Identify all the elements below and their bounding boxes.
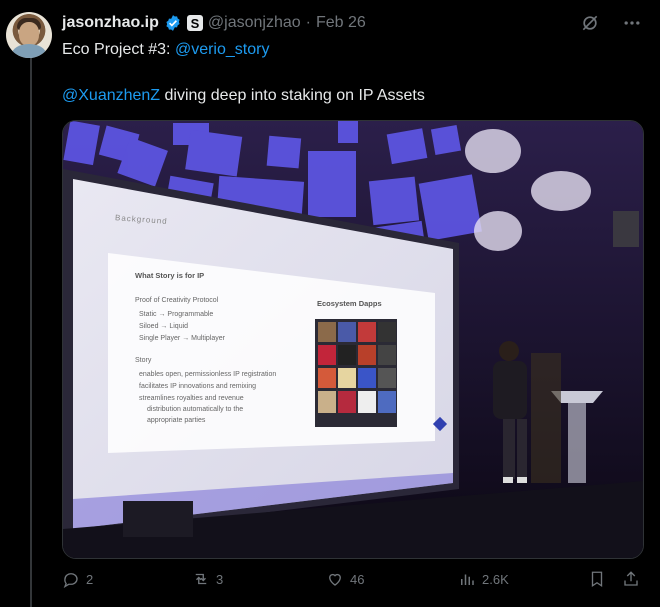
author-handle[interactable]: @jasonjzhao [208,14,301,32]
bookmark-button[interactable] [588,570,606,588]
tweet-photo[interactable]: Background What Story is for IP Proof of… [62,120,644,559]
repost-icon [195,573,207,585]
tweet-header: jasonzhao.ip S @jasonjzhao · Feb 26 [62,12,366,34]
like-count: 46 [350,571,365,587]
author-name[interactable]: jasonzhao.ip [62,14,159,32]
reply-count: 2 [86,571,94,587]
tweet-date[interactable]: Feb 26 [316,14,366,32]
avatar[interactable] [6,12,52,58]
reply-button[interactable]: 2 [62,570,93,588]
repost-count: 3 [216,571,224,587]
views-button[interactable]: 2.6K [458,570,509,588]
slide-story-bullet: distribution automatically to the [147,406,244,413]
view-count: 2.6K [482,571,509,587]
slide-bullet: Static → Programmable [139,311,214,318]
slide-story-bullet: facilitates IP innovations and remixing [139,383,256,390]
tweet-text-prefix: Eco Project #3: [62,41,175,58]
verified-badge-icon[interactable] [164,14,182,32]
tweet-actions-bar: 2 3 46 2.6K [62,570,652,594]
tweet-line-2: @XuanzhenZ diving deep into staking on I… [62,86,425,106]
repost-button[interactable]: 3 [192,570,223,588]
mention-xuanzhenz[interactable]: @XuanzhenZ [62,87,160,104]
slide-bullet: Siloed → Liquid [139,323,189,330]
analytics-icon [461,574,474,585]
slide-card-title: What Story is for IP [135,271,205,280]
tweet-line-1: Eco Project #3: @verio_story [62,40,269,60]
heart-icon [329,573,341,586]
bookmark-icon [591,571,603,588]
slide-story-bullet: appropriate parties [147,417,206,424]
tweet-top-actions [580,13,642,33]
more-options-icon[interactable] [622,13,642,33]
share-button[interactable] [622,570,640,588]
share-icon [624,571,638,586]
slide-dapps-title: Ecosystem Dapps [317,299,382,308]
mention-verio-story[interactable]: @verio_story [175,41,270,58]
reply-icon [63,573,78,588]
slide-story-bullet: enables open, permissionless IP registra… [139,371,277,378]
slide-content: What Story is for IP Proof of Creativity… [121,261,421,441]
affiliate-badge-icon[interactable]: S [186,15,203,31]
like-button[interactable]: 46 [326,570,364,588]
slide-proto-title: Proof of Creativity Protocol [135,297,219,304]
thread-line [30,56,32,607]
grok-icon[interactable] [580,13,600,33]
slide-bullet: Single Player → Multiplayer [139,335,225,342]
separator-dot: · [305,14,311,31]
tweet-text-body: diving deep into staking on IP Assets [160,87,425,104]
slide-story-bullet: streamlines royalties and revenue [139,395,244,402]
slide-story-label: Story [135,357,152,364]
